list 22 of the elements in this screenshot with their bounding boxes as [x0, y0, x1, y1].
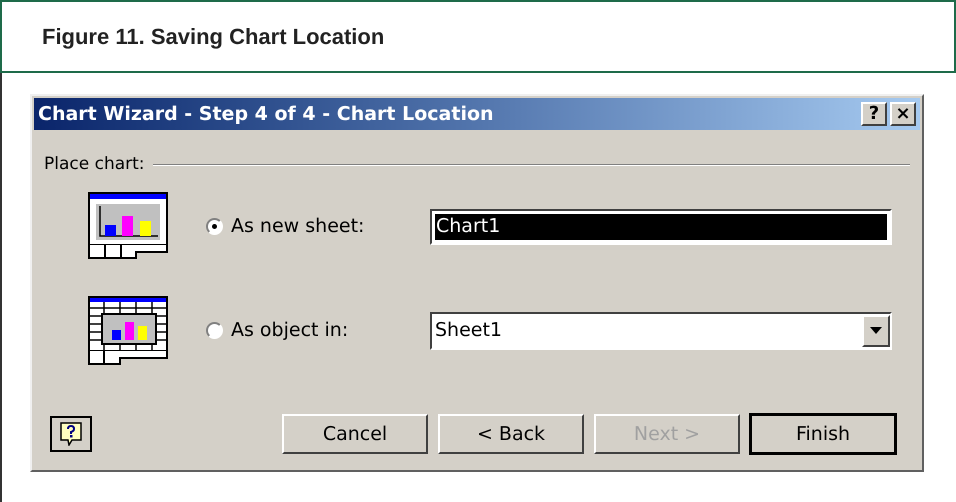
chart-sheet-icon [88, 192, 170, 262]
input-field[interactable]: Chart1 [430, 208, 892, 244]
dropdown-button[interactable] [862, 314, 890, 346]
radio-button[interactable] [206, 218, 223, 235]
radio-option[interactable]: As object in: [206, 316, 430, 345]
radio-option[interactable]: As new sheet: [206, 212, 430, 241]
window-title: Chart Wizard - Step 4 of 4 - Chart Location [38, 102, 494, 127]
help-button[interactable]: ? [861, 102, 887, 126]
help-button[interactable] [50, 416, 92, 452]
radio-button[interactable] [206, 322, 223, 339]
group-label: Place chart: [44, 153, 145, 176]
dialog-button[interactable]: Cancel [282, 414, 428, 454]
dialog-button[interactable]: < Back [438, 414, 584, 454]
figure-caption: Figure 11. Saving Chart Location [42, 23, 384, 51]
caret-icon [870, 327, 882, 334]
help-bubble-icon [60, 422, 82, 446]
close-button[interactable]: × [890, 102, 916, 126]
embedded-chart-icon [88, 296, 170, 366]
dialog-button[interactable]: Finish [750, 414, 896, 454]
field-value: Chart1 [435, 214, 887, 240]
field-value: Sheet1 [434, 318, 504, 343]
dropdown-field[interactable]: Sheet1 [430, 312, 892, 350]
